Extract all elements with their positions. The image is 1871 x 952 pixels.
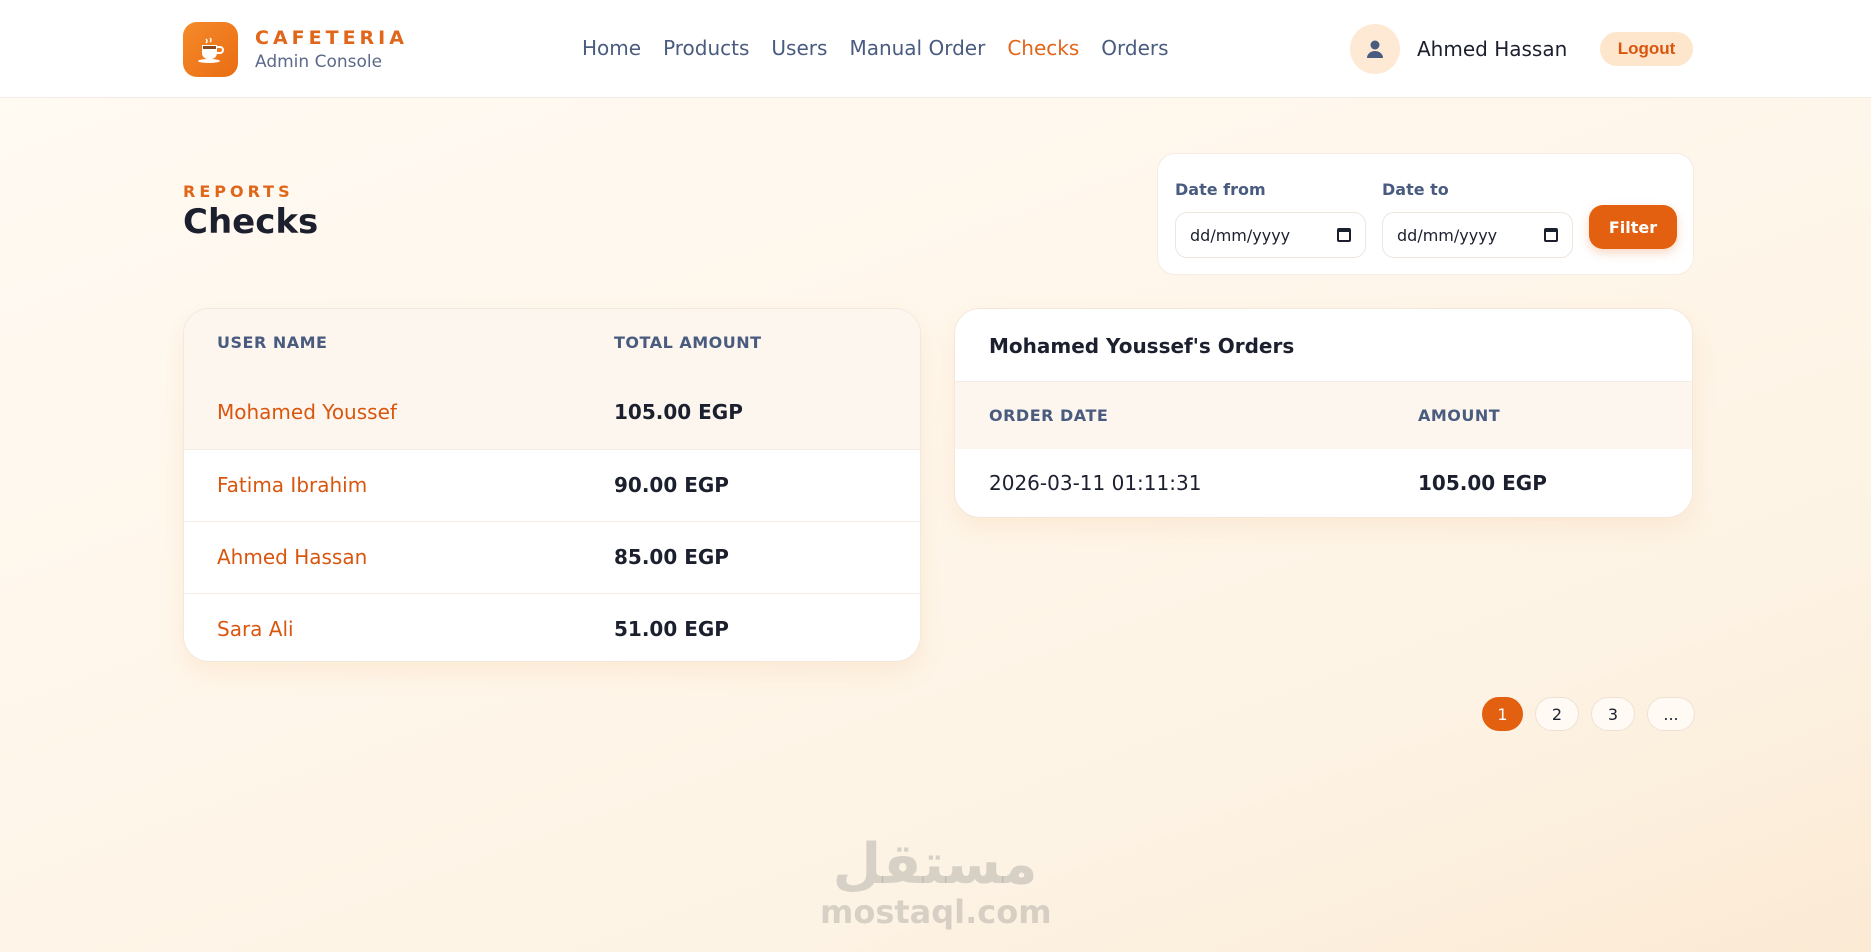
order-date: 2026-03-11 01:11:31 [989,471,1202,495]
table-row[interactable]: Ahmed Hassan 85.00 EGP [184,521,920,593]
date-to-value: dd/mm/yyyy [1397,225,1498,245]
page-button-1[interactable]: 1 [1482,697,1523,731]
user-name-link[interactable]: Fatima Ibrahim [217,473,367,497]
page-eyebrow: REPORTS [183,182,294,201]
date-to-label: Date to [1382,180,1449,199]
total-amount: 105.00 EGP [614,400,743,424]
filter-button[interactable]: Filter [1589,205,1677,249]
table-row[interactable]: Fatima Ibrahim 90.00 EGP [184,449,920,521]
watermark-arabic: مستقل [832,832,1038,897]
user-name-link[interactable]: Ahmed Hassan [217,545,367,569]
total-amount: 90.00 EGP [614,473,729,497]
calendar-icon[interactable] [1544,228,1558,242]
nav-link-orders[interactable]: Orders [1101,36,1168,60]
nav-link-checks[interactable]: Checks [1007,36,1079,60]
user-orders-panel: Mohamed Youssef's Orders ORDER DATE AMOU… [954,308,1693,518]
orders-panel-title: Mohamed Youssef's Orders [989,334,1295,358]
top-navigation-bar: CAFETERIA Admin Console Home Products Us… [0,0,1871,98]
order-row[interactable]: 2026-03-11 01:11:31 105.00 EGP [955,449,1692,517]
user-profile[interactable]: Ahmed Hassan [1350,24,1567,74]
brand-name: CAFETERIA [255,26,408,49]
page-button-3[interactable]: 3 [1591,697,1635,731]
date-filter-card: Date from dd/mm/yyyy Date to dd/mm/yyyy … [1157,153,1694,275]
date-from-input[interactable]: dd/mm/yyyy [1175,212,1366,258]
user-icon [1350,24,1400,74]
coffee-cup-icon [183,22,238,77]
table-header: USER NAME TOTAL AMOUNT [184,309,920,377]
user-name-link[interactable]: Mohamed Youssef [217,400,397,424]
date-from-label: Date from [1175,180,1266,199]
watermark: مستقل mostaql.com [820,832,1052,931]
pagination: 1 2 3 ... [1482,697,1695,731]
nav-link-users[interactable]: Users [771,36,827,60]
column-header-order-date: ORDER DATE [989,406,1109,425]
watermark-latin: mostaql.com [820,893,1052,931]
brand[interactable]: CAFETERIA Admin Console [183,22,408,77]
total-amount: 85.00 EGP [614,545,729,569]
page-button-more[interactable]: ... [1647,697,1695,731]
column-header-user-name: USER NAME [217,333,328,352]
user-name-link[interactable]: Sara Ali [217,617,294,641]
logout-button[interactable]: Logout [1600,32,1693,66]
column-header-total-amount: TOTAL AMOUNT [614,333,762,352]
user-name: Ahmed Hassan [1417,37,1568,61]
calendar-icon[interactable] [1337,228,1351,242]
date-from-value: dd/mm/yyyy [1190,225,1291,245]
total-amount: 51.00 EGP [614,617,729,641]
order-amount: 105.00 EGP [1418,471,1547,495]
page-title: Checks [183,202,319,242]
brand-subtitle: Admin Console [255,51,383,72]
page-button-2[interactable]: 2 [1535,697,1579,731]
nav-link-manual-order[interactable]: Manual Order [849,36,985,60]
date-to-input[interactable]: dd/mm/yyyy [1382,212,1573,258]
users-checks-table: USER NAME TOTAL AMOUNT Mohamed Youssef 1… [183,308,921,662]
table-row[interactable]: Mohamed Youssef 105.00 EGP [184,377,920,449]
table-row[interactable]: Sara Ali 51.00 EGP [184,593,920,661]
nav-link-home[interactable]: Home [582,36,641,60]
column-header-amount: AMOUNT [1418,406,1501,425]
main-nav: Home Products Users Manual Order Checks … [582,36,1191,60]
orders-table-header: ORDER DATE AMOUNT [955,381,1692,449]
nav-link-products[interactable]: Products [663,36,749,60]
